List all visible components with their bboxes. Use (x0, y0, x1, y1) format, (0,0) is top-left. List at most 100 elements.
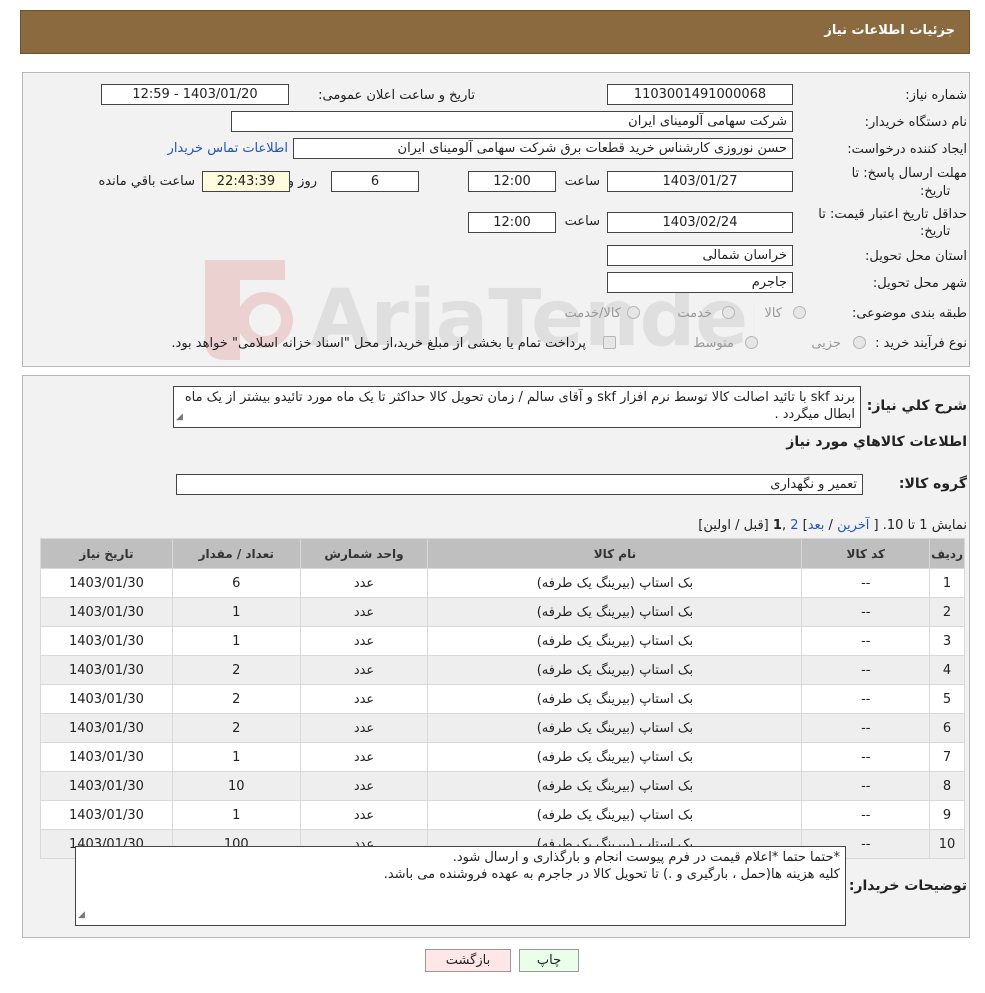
print-button[interactable]: چاپ (519, 949, 579, 972)
cell-item-name: بک استاپ (بیرینگ یک طرفه) (427, 742, 803, 772)
cell-need-date: 1403/01/30 (40, 771, 173, 801)
category-radio-service[interactable] (722, 306, 735, 319)
cell-item-name: بک استاپ (بیرینگ یک طرفه) (427, 684, 803, 714)
deadline-time-field: 12:00 (468, 171, 556, 192)
col-item-name: نام کالا (427, 538, 803, 569)
col-row-number: ردیف (929, 538, 965, 569)
buyer-notes-line-1: *حتما حتما *اعلام قیمت در فرم پیوست انجا… (452, 850, 840, 865)
cell-row-number: 5 (929, 684, 965, 714)
cell-item-code: -- (801, 597, 931, 627)
category-label: طبقه بندی موضوعی: (851, 306, 967, 321)
buyer-org-label: نام دستگاه خریدار: (864, 115, 967, 130)
table-row: 4 -- بک استاپ (بیرینگ یک طرفه) عدد 2 140… (40, 655, 965, 685)
deadline-label-line1: مهلت ارسال پاسخ: تا (851, 166, 967, 181)
buyer-contact-link[interactable]: اطلاعات تماس خریدار (168, 141, 288, 156)
cell-quantity: 2 (171, 713, 301, 743)
remaining-time-label: ساعت باقي مانده (98, 174, 195, 189)
cell-need-date: 1403/01/30 (40, 597, 173, 627)
resize-grip-icon[interactable]: ◢ (176, 409, 183, 426)
buyer-notes-label: توضیحات خریدار: (848, 878, 967, 894)
cell-row-number: 1 (929, 568, 965, 598)
validity-label-line1: حداقل تاریخ اعتبار قیمت: تا (818, 207, 967, 222)
pagination: نمایش 1 تا 10. [ آخرین / بعد] 2 ,1 [قبل … (698, 518, 967, 533)
col-unit: واحد شمارش (299, 538, 429, 569)
cell-quantity: 1 (171, 742, 301, 772)
col-item-code: کد کالا (801, 538, 931, 569)
remaining-time-field: 22:43:39 (202, 171, 290, 192)
cell-row-number: 6 (929, 713, 965, 743)
table-row: 8 -- بک استاپ (بیرینگ یک طرفه) عدد 10 14… (40, 771, 965, 801)
page-header: جزئیات اطلاعات نیاز (20, 10, 970, 54)
city-label: شهر محل تحویل: (872, 276, 967, 291)
cell-item-name: بک استاپ (بیرینگ یک طرفه) (427, 568, 803, 598)
need-number-label: شماره نیاز: (905, 88, 967, 103)
cell-row-number: 3 (929, 626, 965, 656)
city-field: جاجرم (607, 272, 793, 293)
cell-need-date: 1403/01/30 (40, 800, 173, 830)
creator-field: حسن نوروزی کارشناس خرید قطعات برق شرکت س… (293, 138, 793, 159)
category-option-service: خدمت (677, 306, 712, 321)
cell-row-number: 4 (929, 655, 965, 685)
cell-need-date: 1403/01/30 (40, 626, 173, 656)
pagination-last-link[interactable]: آخرین (837, 518, 869, 533)
cell-item-name: بک استاپ (بیرینگ یک طرفه) (427, 800, 803, 830)
description-label: شرح کلي نياز: (866, 398, 967, 414)
process-checkbox-treasury[interactable] (603, 336, 616, 349)
cell-quantity: 2 (171, 684, 301, 714)
process-treasury-note: پرداخت تمام یا بخشی از مبلغ خرید،از محل … (171, 336, 586, 351)
announce-date-field: 1403/01/20 - 12:59 (101, 84, 289, 105)
cell-unit: عدد (299, 684, 429, 714)
process-radio-minor[interactable] (853, 336, 866, 349)
buyer-notes-textarea[interactable]: *حتما حتما *اعلام قیمت در فرم پیوست انجا… (75, 846, 846, 926)
category-option-goods-service: کالا/خدمت (564, 306, 621, 321)
category-radio-goods-service[interactable] (627, 306, 640, 319)
cell-unit: عدد (299, 655, 429, 685)
back-button[interactable]: بازگشت (425, 949, 511, 972)
announce-date-label: تاریخ و ساعت اعلان عمومی: (318, 88, 475, 103)
description-textarea[interactable]: برند skf با تائید اصالت کالا توسط نرم اف… (173, 386, 861, 428)
process-option-minor: جزیی (811, 336, 841, 351)
buyer-org-field: شرکت سهامی آلومینای ایران (231, 111, 793, 132)
table-row: 9 -- بک استاپ (بیرینگ یک طرفه) عدد 1 140… (40, 800, 965, 830)
cell-item-code: -- (801, 742, 931, 772)
cell-item-name: بک استاپ (بیرینگ یک طرفه) (427, 771, 803, 801)
province-label: استان محل تحویل: (865, 249, 967, 264)
process-radio-medium[interactable] (745, 336, 758, 349)
category-option-goods: کالا (764, 306, 782, 321)
cell-row-number: 9 (929, 800, 965, 830)
days-label: روز و (287, 174, 317, 189)
cell-quantity: 1 (171, 597, 301, 627)
cell-item-code: -- (801, 655, 931, 685)
process-type-label: نوع فرآیند خرید : (875, 336, 967, 351)
cell-quantity: 1 (171, 800, 301, 830)
cell-item-code: -- (801, 771, 931, 801)
cell-need-date: 1403/01/30 (40, 742, 173, 772)
resize-grip-icon[interactable]: ◢ (78, 907, 85, 924)
table-row: 5 -- بک استاپ (بیرینگ یک طرفه) عدد 2 140… (40, 684, 965, 714)
cell-item-name: بک استاپ (بیرینگ یک طرفه) (427, 713, 803, 743)
cell-item-code: -- (801, 568, 931, 598)
pagination-next-link[interactable]: بعد (808, 518, 825, 533)
cell-quantity: 10 (171, 771, 301, 801)
days-remaining-field: 6 (331, 171, 419, 192)
category-radio-goods[interactable] (793, 306, 806, 319)
cell-quantity: 1 (171, 626, 301, 656)
deadline-time-label: ساعت (564, 174, 600, 189)
cell-row-number: 7 (929, 742, 965, 772)
deadline-label-line2: تاریخ: (920, 184, 951, 199)
pagination-page-2[interactable]: 2 (790, 518, 798, 533)
cell-unit: عدد (299, 742, 429, 772)
description-text: برند skf با تائید اصالت کالا توسط نرم اف… (184, 390, 855, 422)
cell-unit: عدد (299, 713, 429, 743)
validity-date-field: 1403/02/24 (607, 212, 793, 233)
pagination-prev-first: [قبل / اولین] (698, 518, 769, 533)
cell-item-name: بک استاپ (بیرینگ یک طرفه) (427, 655, 803, 685)
cell-item-code: -- (801, 626, 931, 656)
cell-need-date: 1403/01/30 (40, 684, 173, 714)
cell-row-number: 10 (929, 829, 965, 859)
cell-item-name: بک استاپ (بیرینگ یک طرفه) (427, 597, 803, 627)
deadline-date-field: 1403/01/27 (607, 171, 793, 192)
cell-unit: عدد (299, 597, 429, 627)
cell-need-date: 1403/01/30 (40, 713, 173, 743)
table-row: 6 -- بک استاپ (بیرینگ یک طرفه) عدد 2 140… (40, 713, 965, 743)
